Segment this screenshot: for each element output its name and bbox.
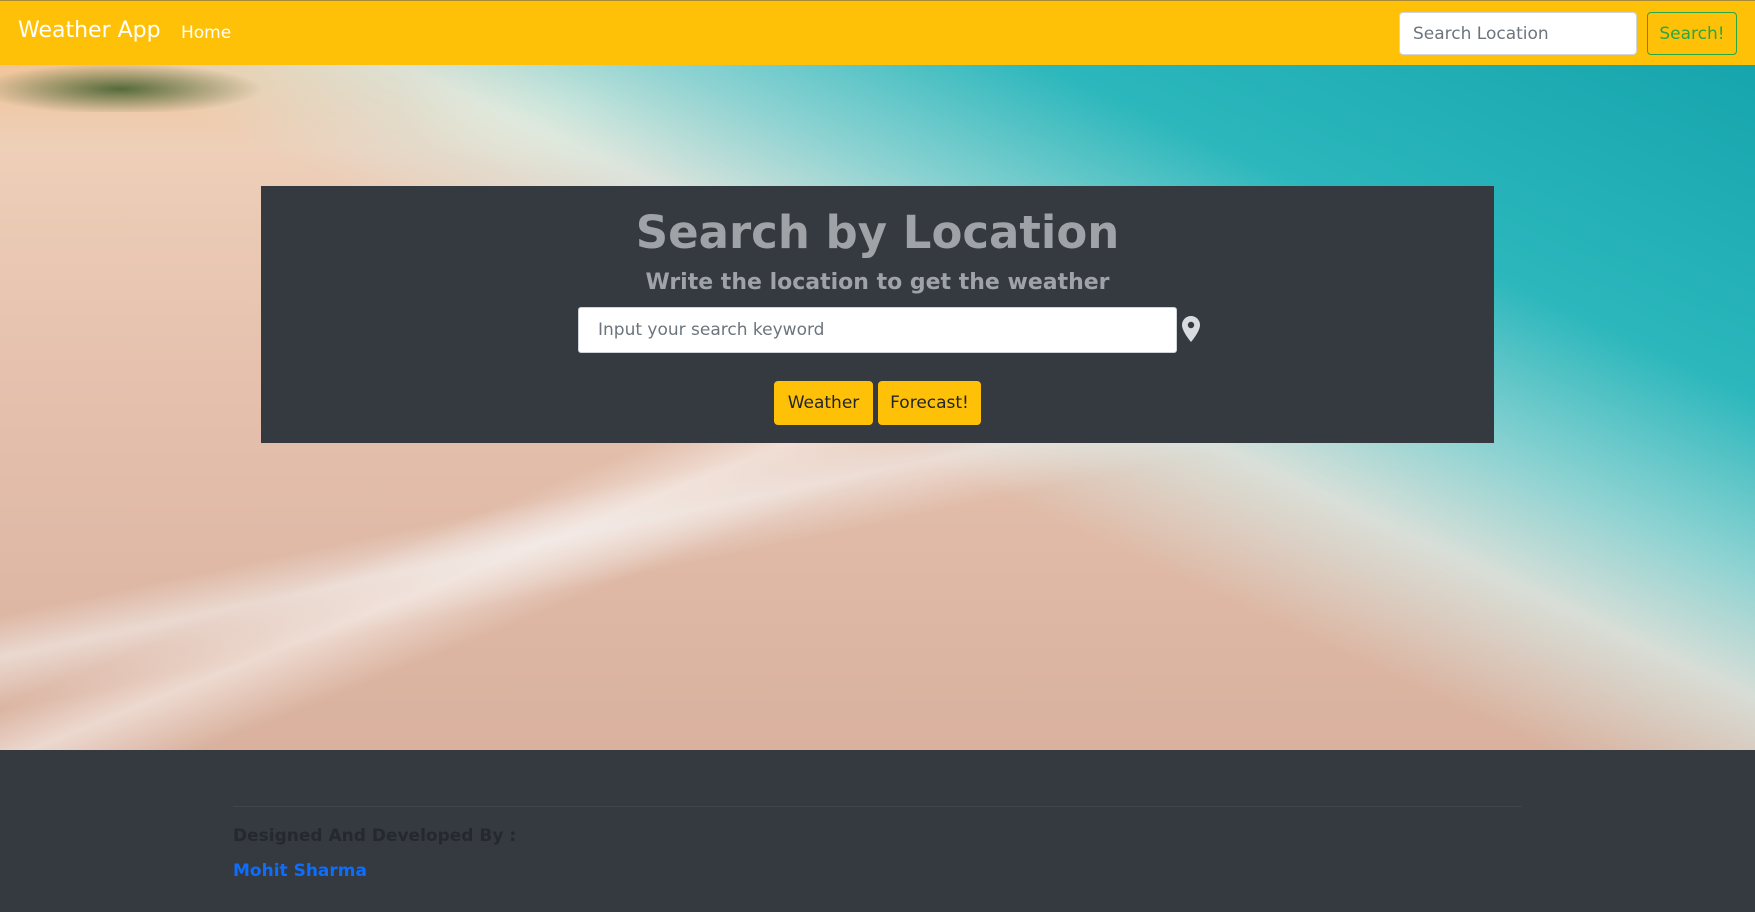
forecast-button[interactable]: Forecast! — [878, 381, 981, 425]
footer-credit-text: Designed And Developed By : — [233, 826, 517, 846]
island-shoreline — [0, 65, 330, 112]
map-pin-icon[interactable] — [1182, 316, 1200, 342]
brand-link[interactable]: Weather App — [18, 18, 161, 43]
hero-background-image: Search by Location Write the location to… — [0, 65, 1755, 750]
card-subtitle: Write the location to get the weather — [645, 270, 1110, 295]
card-title: Search by Location — [635, 206, 1120, 259]
weather-button[interactable]: Weather — [774, 381, 873, 425]
footer: Designed And Developed By : Mohit Sharma — [0, 750, 1755, 912]
nav-item-home[interactable]: Home — [181, 23, 231, 43]
location-search-input[interactable] — [1399, 12, 1637, 55]
navbar: Weather App Home Search! — [0, 0, 1755, 65]
author-link[interactable]: Mohit Sharma — [233, 861, 367, 881]
search-button[interactable]: Search! — [1647, 12, 1737, 55]
footer-divider — [233, 806, 1522, 807]
keyword-search-input[interactable] — [578, 307, 1177, 353]
search-card: Search by Location Write the location to… — [261, 186, 1494, 443]
